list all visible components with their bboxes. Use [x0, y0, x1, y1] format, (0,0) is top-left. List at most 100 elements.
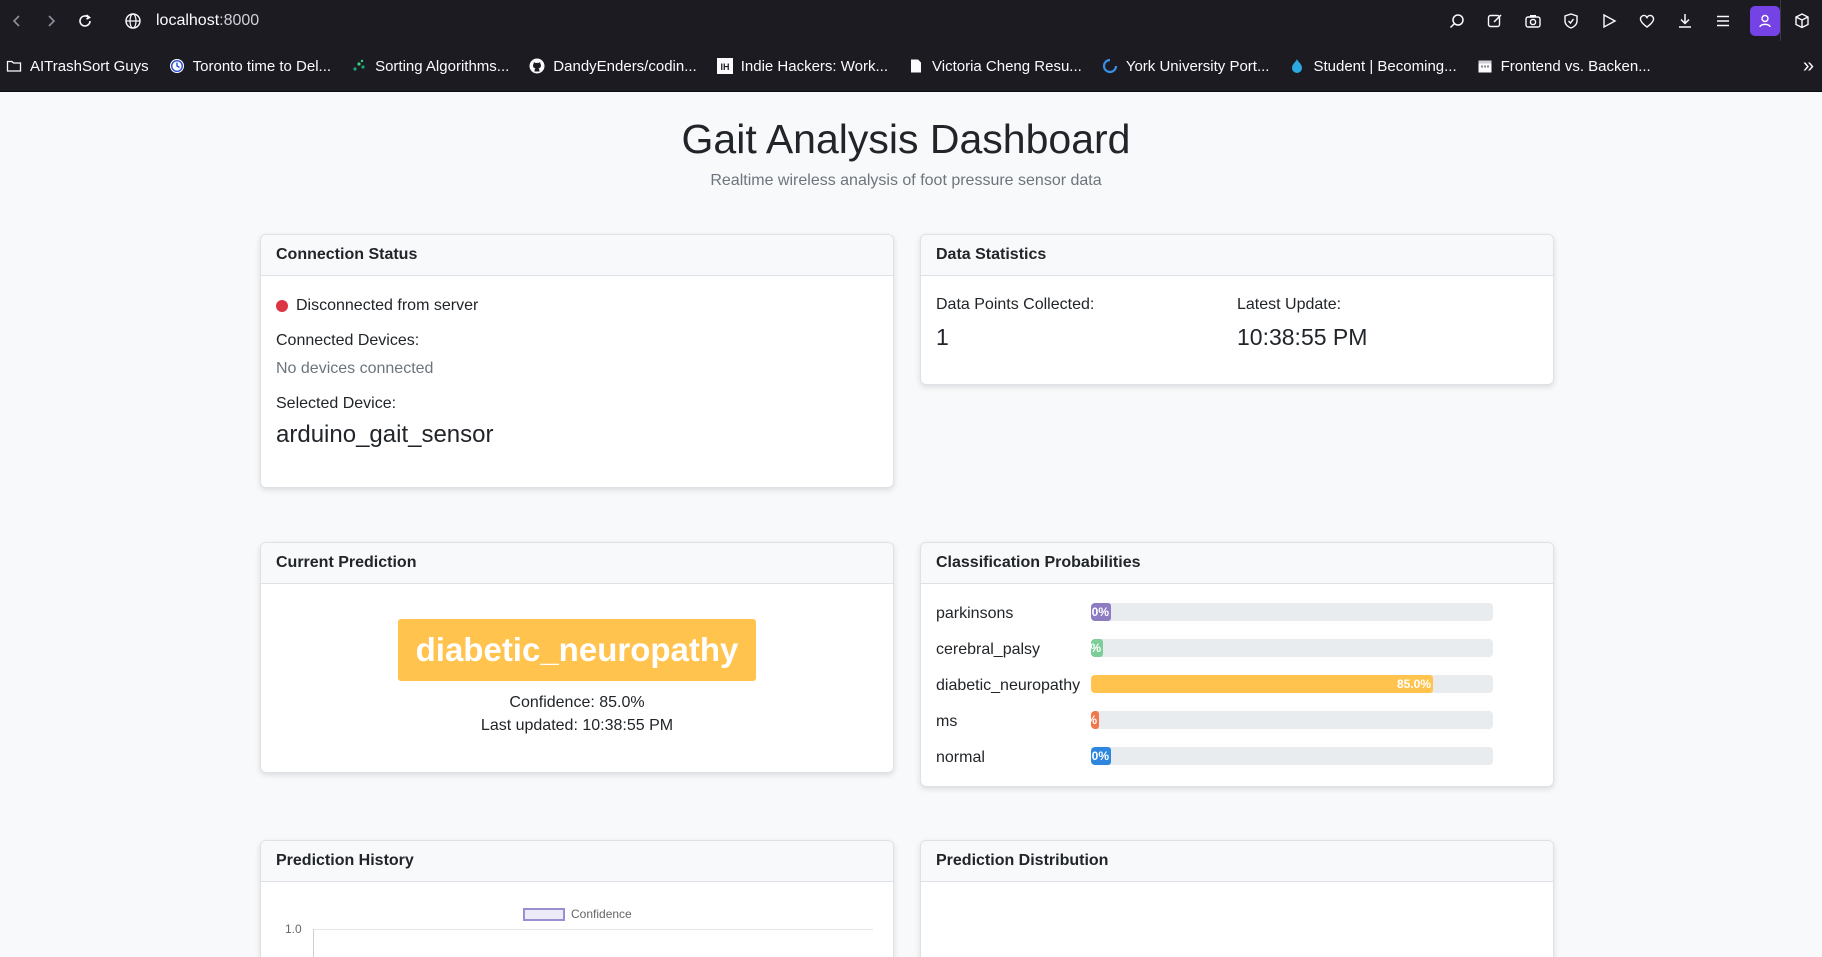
- bookmark-label: Toronto time to Del...: [192, 57, 332, 75]
- bookmark-label: AITrashSort Guys: [30, 57, 149, 75]
- status-dot-icon: [276, 300, 288, 312]
- downloads-button[interactable]: [1674, 10, 1696, 32]
- legend-label: Confidence: [571, 907, 632, 921]
- connected-devices-value: No devices connected: [276, 360, 434, 377]
- data-statistics-card: Data Statistics Data Points Collected: 1…: [920, 234, 1554, 385]
- user-icon: [1759, 14, 1771, 27]
- prediction-history-card: Prediction History Confidence 1.0: [260, 840, 894, 957]
- globe-icon: [125, 12, 141, 29]
- history-chart: Confidence 1.0: [261, 882, 893, 957]
- browser-toolbar: localhost:8000: [0, 0, 1822, 41]
- dots-icon: [351, 58, 367, 74]
- send-button[interactable]: [1598, 10, 1620, 32]
- shield-button[interactable]: [1560, 10, 1582, 32]
- probability-bar-fill: 5.0%: [1091, 747, 1111, 765]
- forward-button[interactable]: [34, 0, 68, 41]
- ih-icon: IH: [716, 58, 733, 74]
- menu-button[interactable]: [1712, 10, 1734, 32]
- reload-button[interactable]: [68, 0, 102, 41]
- data-points-stat: Data Points Collected: 1: [936, 296, 1237, 351]
- probability-row: normal 5.0%: [936, 747, 1496, 767]
- bookmark-item[interactable]: Victoria Cheng Resu...: [908, 58, 1082, 75]
- probability-row: parkinsons 5.0%: [936, 603, 1496, 623]
- profile-button[interactable]: [1750, 5, 1780, 36]
- bookmark-label: Victoria Cheng Resu...: [932, 57, 1082, 75]
- bookmark-item[interactable]: Student | Becoming...: [1289, 57, 1457, 75]
- grid-line: [313, 929, 873, 930]
- url-bar[interactable]: localhost:8000: [124, 6, 259, 36]
- folder-icon: [6, 58, 22, 74]
- dashboard-page: Gait Analysis Dashboard Realtime wireles…: [0, 92, 1822, 957]
- probability-bar-track: 3.0%: [1091, 639, 1493, 657]
- card-title: Connection Status: [261, 235, 893, 276]
- edit-button[interactable]: [1484, 10, 1506, 32]
- search-icon: [1449, 13, 1464, 28]
- prediction-distribution-card: Prediction Distribution: [920, 840, 1554, 957]
- latest-update-label: Latest Update:: [1237, 296, 1342, 313]
- back-button[interactable]: [0, 0, 34, 41]
- card-title: Prediction History: [261, 841, 893, 882]
- probability-label: cerebral_palsy: [936, 641, 1041, 658]
- bookmark-label: Frontend vs. Backen...: [1500, 57, 1651, 75]
- probability-bar-fill: 5.0%: [1091, 603, 1111, 621]
- classification-probabilities-card: Classification Probabilities parkinsons 5…: [920, 542, 1554, 787]
- screenshot-button[interactable]: [1522, 10, 1544, 32]
- probability-bar-fill: 85.0%: [1091, 675, 1433, 693]
- bookmark-item[interactable]: AITrashSort Guys: [6, 58, 149, 75]
- bookmark-label: DandyEnders/codin...: [553, 57, 697, 75]
- bookmark-label: Sorting Algorithms...: [375, 57, 510, 75]
- probability-label: diabetic_neuropathy: [936, 677, 1081, 694]
- y-axis-line: [313, 929, 314, 957]
- extensions-cube-icon: [1794, 12, 1809, 28]
- calendar-icon: [1477, 58, 1493, 74]
- chart-legend[interactable]: Confidence: [523, 907, 632, 921]
- probability-label: parkinsons: [936, 605, 1014, 622]
- probability-bar-fill: 2.0%: [1091, 711, 1099, 729]
- card-title: Classification Probabilities: [921, 543, 1553, 584]
- selected-device-label: Selected Device:: [276, 395, 397, 412]
- download-icon: [1679, 13, 1691, 28]
- connection-status-card: Connection Status Disconnected from serv…: [260, 234, 894, 488]
- clock-icon: [169, 58, 185, 74]
- url-text: localhost:8000: [156, 12, 259, 30]
- bookmarks-overflow-chevron-icon[interactable]: »: [1803, 55, 1814, 78]
- latest-update-stat: Latest Update: 10:38:55 PM: [1237, 296, 1538, 351]
- bookmark-item[interactable]: Frontend vs. Backen...: [1477, 58, 1651, 75]
- bookmark-item[interactable]: IH Indie Hackers: Work...: [716, 57, 888, 75]
- extensions-button[interactable]: [1780, 0, 1822, 41]
- prediction-last-updated: Last updated: 10:38:55 PM: [480, 717, 674, 734]
- connection-status: Disconnected from server: [276, 297, 878, 315]
- hamburger-icon: [1717, 15, 1729, 26]
- svg-text:IH: IH: [720, 62, 729, 72]
- current-prediction-card: Current Prediction diabetic_neuropathy C…: [260, 542, 894, 773]
- edit-icon: [1487, 13, 1502, 27]
- card-title: Data Statistics: [921, 235, 1553, 276]
- probability-label: normal: [936, 749, 985, 766]
- search-page-button[interactable]: [1446, 10, 1468, 32]
- bookmark-label: York University Port...: [1125, 57, 1270, 75]
- bookmark-item[interactable]: York University Port...: [1102, 57, 1270, 75]
- probability-bar-fill: 3.0%: [1091, 639, 1103, 657]
- bookmark-item[interactable]: Sorting Algorithms...: [351, 58, 509, 75]
- probability-bar-track: 5.0%: [1091, 603, 1493, 621]
- bookmark-item[interactable]: DandyEnders/codin...: [529, 57, 697, 75]
- reload-icon: [79, 13, 91, 27]
- page-subtitle: Realtime wireless analysis of foot press…: [710, 172, 1102, 189]
- prediction-badge: diabetic_neuropathy: [397, 619, 757, 681]
- shield-icon: [1564, 12, 1578, 29]
- loading-icon: [1102, 58, 1118, 74]
- bookmark-label: Student | Becoming...: [1313, 57, 1457, 75]
- connected-devices-label: Connected Devices:: [276, 332, 420, 349]
- bookmark-item[interactable]: Toronto time to Del...: [169, 58, 331, 75]
- legend-swatch: [523, 907, 565, 921]
- bookmark-label: Indie Hackers: Work...: [740, 57, 888, 75]
- prediction-confidence: Confidence: 85.0%: [509, 694, 645, 711]
- github-icon: [529, 58, 545, 74]
- back-arrow-icon: [12, 14, 20, 27]
- toolbar-icons: [1446, 0, 1780, 41]
- probability-bar-track: 85.0%: [1091, 675, 1493, 693]
- probability-label: ms: [936, 713, 958, 730]
- pocket-button[interactable]: [1636, 10, 1658, 32]
- document-icon: [908, 58, 924, 74]
- probability-row: diabetic_neuropathy 85.0%: [936, 675, 1496, 695]
